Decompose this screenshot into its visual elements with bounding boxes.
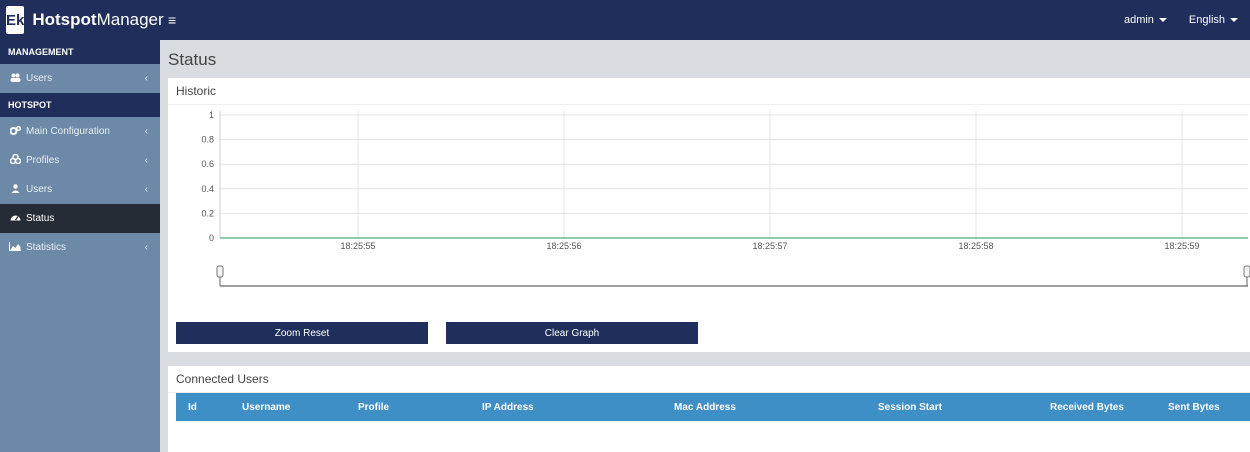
- x-tick-label: 18:25:59: [1164, 241, 1199, 251]
- gears-icon: [8, 125, 22, 138]
- chevron-left-icon: ‹: [144, 242, 148, 253]
- hamburger-icon[interactable]: ≡: [168, 12, 176, 28]
- area-chart-icon: [8, 241, 22, 254]
- sidebar-item-label: Statistics: [26, 242, 67, 253]
- x-tick-label: 18:25:56: [546, 241, 581, 251]
- main-content: Status Historic 0 0.2 0.4 0.6 0.8 1 18:25:55 18…: [160, 40, 1250, 452]
- column-header-mac-address[interactable]: Mac Address: [674, 393, 736, 421]
- y-tick-label: 0.6: [201, 159, 214, 169]
- language-dropdown[interactable]: English: [1189, 14, 1238, 26]
- column-header-username[interactable]: Username: [242, 393, 290, 421]
- sidebar-item-users[interactable]: Users ‹: [0, 175, 160, 204]
- page-title: Status: [168, 50, 217, 69]
- column-header-ip-address[interactable]: IP Address: [482, 393, 534, 421]
- chevron-left-icon: ‹: [144, 73, 148, 84]
- sidebar-item-label: Profiles: [26, 155, 60, 166]
- connected-users-heading: Connected Users: [168, 366, 1250, 393]
- data-point: [1181, 237, 1183, 239]
- data-point: [769, 237, 771, 239]
- app-name-rest: Manager: [96, 10, 164, 29]
- x-tick-label: 18:25:58: [958, 241, 993, 251]
- zoom-reset-button[interactable]: Zoom Reset: [176, 322, 428, 344]
- column-header-received-bytes[interactable]: Received Bytes: [1050, 393, 1124, 421]
- user-menu-label: admin: [1123, 14, 1154, 26]
- sidebar-item-statistics[interactable]: Statistics ‹: [0, 233, 160, 262]
- data-point: [975, 237, 977, 239]
- historic-panel: Historic 0 0.2 0.4 0.6 0.8 1 18:25:55 18:25:56 1…: [168, 78, 1250, 352]
- sidebar-item-profiles[interactable]: Profiles ‹: [0, 146, 160, 175]
- sidebar-item-label: Main Configuration: [26, 126, 110, 137]
- user-icon: [8, 183, 22, 196]
- caret-down-icon: [1158, 18, 1167, 22]
- sidebar-item-label: Users: [26, 184, 53, 195]
- connected-users-table-header: Id Username Profile IP Address Mac Addre…: [176, 393, 1250, 421]
- clear-graph-button[interactable]: Clear Graph: [446, 322, 698, 344]
- chevron-left-icon: ‹: [144, 184, 148, 195]
- data-point: [563, 237, 565, 239]
- x-tick-label: 18:25:57: [752, 241, 787, 251]
- profiles-icon: [8, 153, 22, 167]
- brand-logo: Ek: [6, 6, 25, 34]
- sidebar: MANAGEMENT Users ‹ HOTSPOT Main Configur…: [0, 40, 160, 452]
- sidebar-header-hotspot: HOTSPOT: [0, 93, 160, 117]
- historic-heading: Historic: [168, 78, 1250, 105]
- sidebar-item-main-configuration[interactable]: Main Configuration ‹: [0, 117, 160, 146]
- sidebar-header-management: MANAGEMENT: [0, 40, 160, 64]
- connected-users-panel: Connected Users Id Username Profile IP A…: [168, 366, 1250, 452]
- navigator-left-handle[interactable]: [216, 265, 224, 278]
- app-name-bold: Hotspot: [32, 10, 97, 29]
- y-tick-label: 0.8: [201, 135, 214, 145]
- chevron-left-icon: ‹: [144, 126, 148, 137]
- sidebar-item-status[interactable]: Status: [0, 204, 160, 233]
- y-tick-label: 0.2: [201, 208, 214, 218]
- column-header-id[interactable]: Id: [188, 393, 197, 421]
- data-point: [357, 237, 359, 239]
- sidebar-item-management-users[interactable]: Users ‹: [0, 64, 160, 93]
- y-tick-label: 1: [209, 110, 214, 120]
- column-header-session-start[interactable]: Session Start: [878, 393, 942, 421]
- y-tick-label: 0: [209, 233, 214, 243]
- navigator-right-handle[interactable]: [1243, 265, 1250, 278]
- x-tick-label: 18:25:55: [340, 241, 375, 251]
- user-menu-dropdown[interactable]: admin: [1124, 14, 1167, 26]
- caret-down-icon: [1230, 18, 1238, 22]
- top-navbar: Ek HotspotManager ≡ admin English: [0, 0, 1250, 40]
- column-header-sent-bytes[interactable]: Sent Bytes: [1168, 393, 1220, 421]
- historic-chart[interactable]: 0 0.2 0.4 0.6 0.8 1 18:25:55 18:25:56 18:25:57 18…: [168, 105, 1250, 315]
- language-label: English: [1188, 14, 1225, 26]
- y-tick-label: 0.4: [201, 184, 214, 194]
- brand[interactable]: Ek HotspotManager: [0, 0, 164, 40]
- column-header-profile[interactable]: Profile: [358, 393, 389, 421]
- dashboard-icon: [8, 213, 22, 224]
- top-right-menus: admin English: [1114, 0, 1250, 40]
- app-name: HotspotManager: [32, 10, 163, 30]
- sidebar-item-label: Status: [26, 213, 55, 224]
- chevron-left-icon: ‹: [144, 155, 148, 166]
- users-icon: [8, 73, 22, 85]
- sidebar-item-label: Users: [26, 73, 53, 84]
